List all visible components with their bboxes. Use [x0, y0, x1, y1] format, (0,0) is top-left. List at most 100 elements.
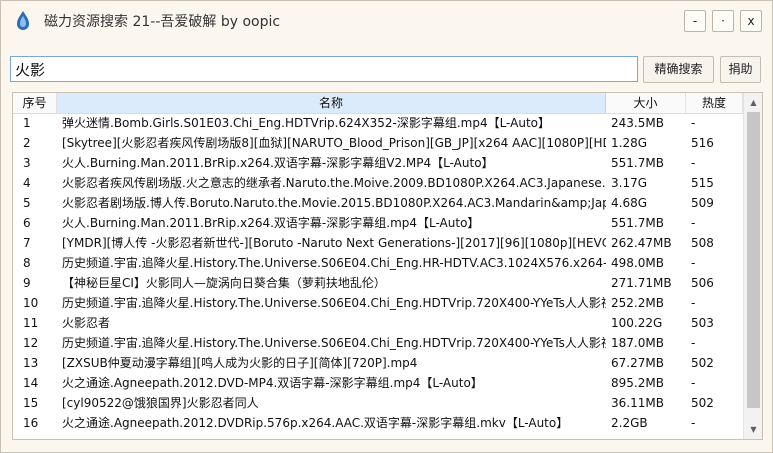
app-window: 磁力资源搜索 21--吾爱破解 by oopic - · x 精确搜索 捐助 序… [0, 0, 773, 453]
row-name: 火影忍者剧场版.博人传.Boruto.Naruto.the.Movie.2015… [62, 196, 606, 210]
row-name: 火之通途.Agneepath.2012.DVD-MP4.双语字幕-深影字幕组.m… [62, 376, 483, 390]
row-heat: 516 [691, 136, 714, 150]
row-name: 火之通途.Agneepath.2012.DVDRip.576p.x264.AAC… [62, 416, 569, 430]
flame-drop-icon [17, 11, 29, 30]
column-header-index[interactable]: 序号 [13, 93, 57, 113]
row-heat: - [691, 416, 696, 430]
row-size: 252.2MB [611, 296, 664, 310]
row-index: 13 [23, 356, 39, 370]
table-row[interactable]: 2 [Skytree][火影忍者疾风传剧场版8][血狱][NARUTO_Blood… [13, 133, 743, 153]
row-index: 3 [23, 156, 31, 170]
table-row[interactable]: 14 火之通途.Agneepath.2012.DVD-MP4.双语字幕-深影字幕组… [13, 373, 743, 393]
table-row[interactable]: 8 历史频道.宇宙.追降火星.History.The.Universe.S06E0… [13, 253, 743, 273]
column-header-size[interactable]: 大小 [606, 93, 686, 113]
table-row[interactable]: 12 历史频道.宇宙.追降火星.History.The.Universe.S06E… [13, 333, 743, 353]
row-name: [ZXSUB仲夏动漫字幕组][鸣人成为火影的日子][简体][720P].mp4 [62, 356, 418, 370]
table-row[interactable]: 10 历史频道.宇宙.追降火星.History.The.Universe.S06E… [13, 293, 743, 313]
row-heat: 502 [691, 356, 714, 370]
row-index: 4 [23, 176, 31, 190]
table-header: 序号 名称 大小 热度 [13, 93, 743, 114]
row-size: 243.5MB [611, 116, 664, 130]
table-row[interactable]: 9 【神秘巨星CI】火影同人—旋涡向日葵合集（萝莉扶地乱伦） 271.71MB 506 [13, 273, 743, 293]
row-index: 9 [23, 276, 31, 290]
row-index: 7 [23, 236, 31, 250]
row-heat: - [691, 116, 696, 130]
table-row[interactable]: 11 火影忍者 100.22G 503 [13, 313, 743, 333]
row-heat: - [691, 336, 696, 350]
row-index: 16 [23, 416, 39, 430]
table-row[interactable]: 15 [cyl90522@饿狼国界]火影忍者同人 36.11MB 502 [13, 393, 743, 413]
table-row[interactable]: 13 [ZXSUB仲夏动漫字幕组][鸣人成为火影的日子][简体][720P].mp… [13, 353, 743, 373]
row-size: 187.0MB [611, 336, 664, 350]
row-index: 1 [23, 116, 31, 130]
close-button[interactable]: x [740, 10, 762, 32]
row-name: 火人.Burning.Man.2011.BrRip.x264.双语字幕-深影字幕… [62, 216, 480, 230]
row-name: 历史频道.宇宙.追降火星.History.The.Universe.S06E04… [62, 336, 606, 350]
column-header-heat[interactable]: 热度 [686, 93, 743, 113]
chevron-down-icon[interactable]: ▼ [744, 421, 762, 438]
row-name: [Skytree][火影忍者疾风传剧场版8][血狱][NARUTO_Blood_… [62, 136, 606, 150]
title-bar: 磁力资源搜索 21--吾爱破解 by oopic - · x [1, 1, 772, 41]
table-row[interactable]: 4 火影忍者疾风传剧场版.火之意志的继承者.Naruto.the.Moive.20… [13, 173, 743, 193]
scrollbar-thumb[interactable] [747, 112, 760, 408]
row-size: 4.68G [611, 196, 648, 210]
row-name: 历史频道.宇宙.追降火星.History.The.Universe.S06E04… [62, 256, 606, 270]
window-title: 磁力资源搜索 21--吾爱破解 by oopic [44, 14, 281, 30]
table-row[interactable]: 16 火之通途.Agneepath.2012.DVDRip.576p.x264.A… [13, 413, 743, 433]
row-size: 2.2GB [611, 416, 648, 430]
table-row[interactable]: 1 弹火迷情.Bomb.Girls.S01E03.Chi_Eng.HDTVrip.… [13, 113, 743, 133]
table-row[interactable]: 5 火影忍者剧场版.博人传.Boruto.Naruto.the.Movie.201… [13, 193, 743, 213]
row-size: 271.71MB [611, 276, 672, 290]
row-name: [cyl90522@饿狼国界]火影忍者同人 [62, 396, 259, 410]
row-heat: - [691, 376, 696, 390]
table-row[interactable]: 7 [YMDR][博人传 -火影忍者新世代-][Boruto -Naruto Ne… [13, 233, 743, 253]
row-index: 6 [23, 216, 31, 230]
row-heat: - [691, 216, 696, 230]
minimize-button[interactable]: - [684, 10, 706, 32]
row-index: 12 [23, 336, 39, 350]
row-size: 498.0MB [611, 256, 664, 270]
row-name: 火人.Burning.Man.2011.BrRip.x264.双语字幕-深影字幕… [62, 156, 494, 170]
vertical-scrollbar[interactable]: ▲ ▼ [743, 93, 762, 439]
donate-button[interactable]: 捐助 [720, 56, 761, 83]
table-row[interactable]: 3 火人.Burning.Man.2011.BrRip.x264.双语字幕-深影字… [13, 153, 743, 173]
row-name: 火影忍者疾风传剧场版.火之意志的继承者.Naruto.the.Moive.200… [62, 176, 606, 190]
row-size: 262.47MB [611, 236, 672, 250]
row-heat: 509 [691, 196, 714, 210]
row-name: 火影忍者 [62, 316, 111, 330]
row-size: 100.22G [611, 316, 663, 330]
row-heat: - [691, 156, 696, 170]
row-heat: 503 [691, 316, 714, 330]
row-index: 14 [23, 376, 39, 390]
row-name: [YMDR][博人传 -火影忍者新世代-][Boruto -Naruto Nex… [62, 236, 606, 250]
row-size: 3.17G [611, 176, 648, 190]
row-name: 弹火迷情.Bomb.Girls.S01E03.Chi_Eng.HDTVrip.6… [62, 116, 550, 130]
row-heat: 515 [691, 176, 714, 190]
row-size: 67.27MB [611, 356, 664, 370]
search-input[interactable] [10, 56, 638, 82]
row-heat: - [691, 296, 696, 310]
row-size: 551.7MB [611, 156, 664, 170]
row-heat: 502 [691, 396, 714, 410]
chevron-up-icon[interactable]: ▲ [744, 94, 762, 111]
row-index: 5 [23, 196, 31, 210]
row-heat: - [691, 256, 696, 270]
row-index: 11 [23, 316, 39, 330]
row-index: 2 [23, 136, 31, 150]
row-heat: 506 [691, 276, 714, 290]
maximize-button[interactable]: · [712, 10, 734, 32]
row-index: 10 [23, 296, 39, 310]
row-size: 1.28G [611, 136, 648, 150]
row-name: 【神秘巨星CI】火影同人—旋涡向日葵合集（萝莉扶地乱伦） [62, 276, 386, 290]
table-row[interactable]: 6 火人.Burning.Man.2011.BrRip.x264.双语字幕-深影字… [13, 213, 743, 233]
row-size: 895.2MB [611, 376, 664, 390]
row-size: 551.7MB [611, 216, 664, 230]
row-heat: 508 [691, 236, 714, 250]
row-size: 36.11MB [611, 396, 664, 410]
row-index: 8 [23, 256, 31, 270]
row-index: 15 [23, 396, 39, 410]
row-name: 历史频道.宇宙.追降火星.History.The.Universe.S06E04… [62, 296, 606, 310]
column-header-name[interactable]: 名称 [57, 93, 606, 113]
exact-search-button[interactable]: 精确搜索 [643, 56, 714, 83]
results-table: 序号 名称 大小 热度 1 弹火迷情.Bomb.Girls.S01E03.Chi_… [12, 92, 763, 440]
